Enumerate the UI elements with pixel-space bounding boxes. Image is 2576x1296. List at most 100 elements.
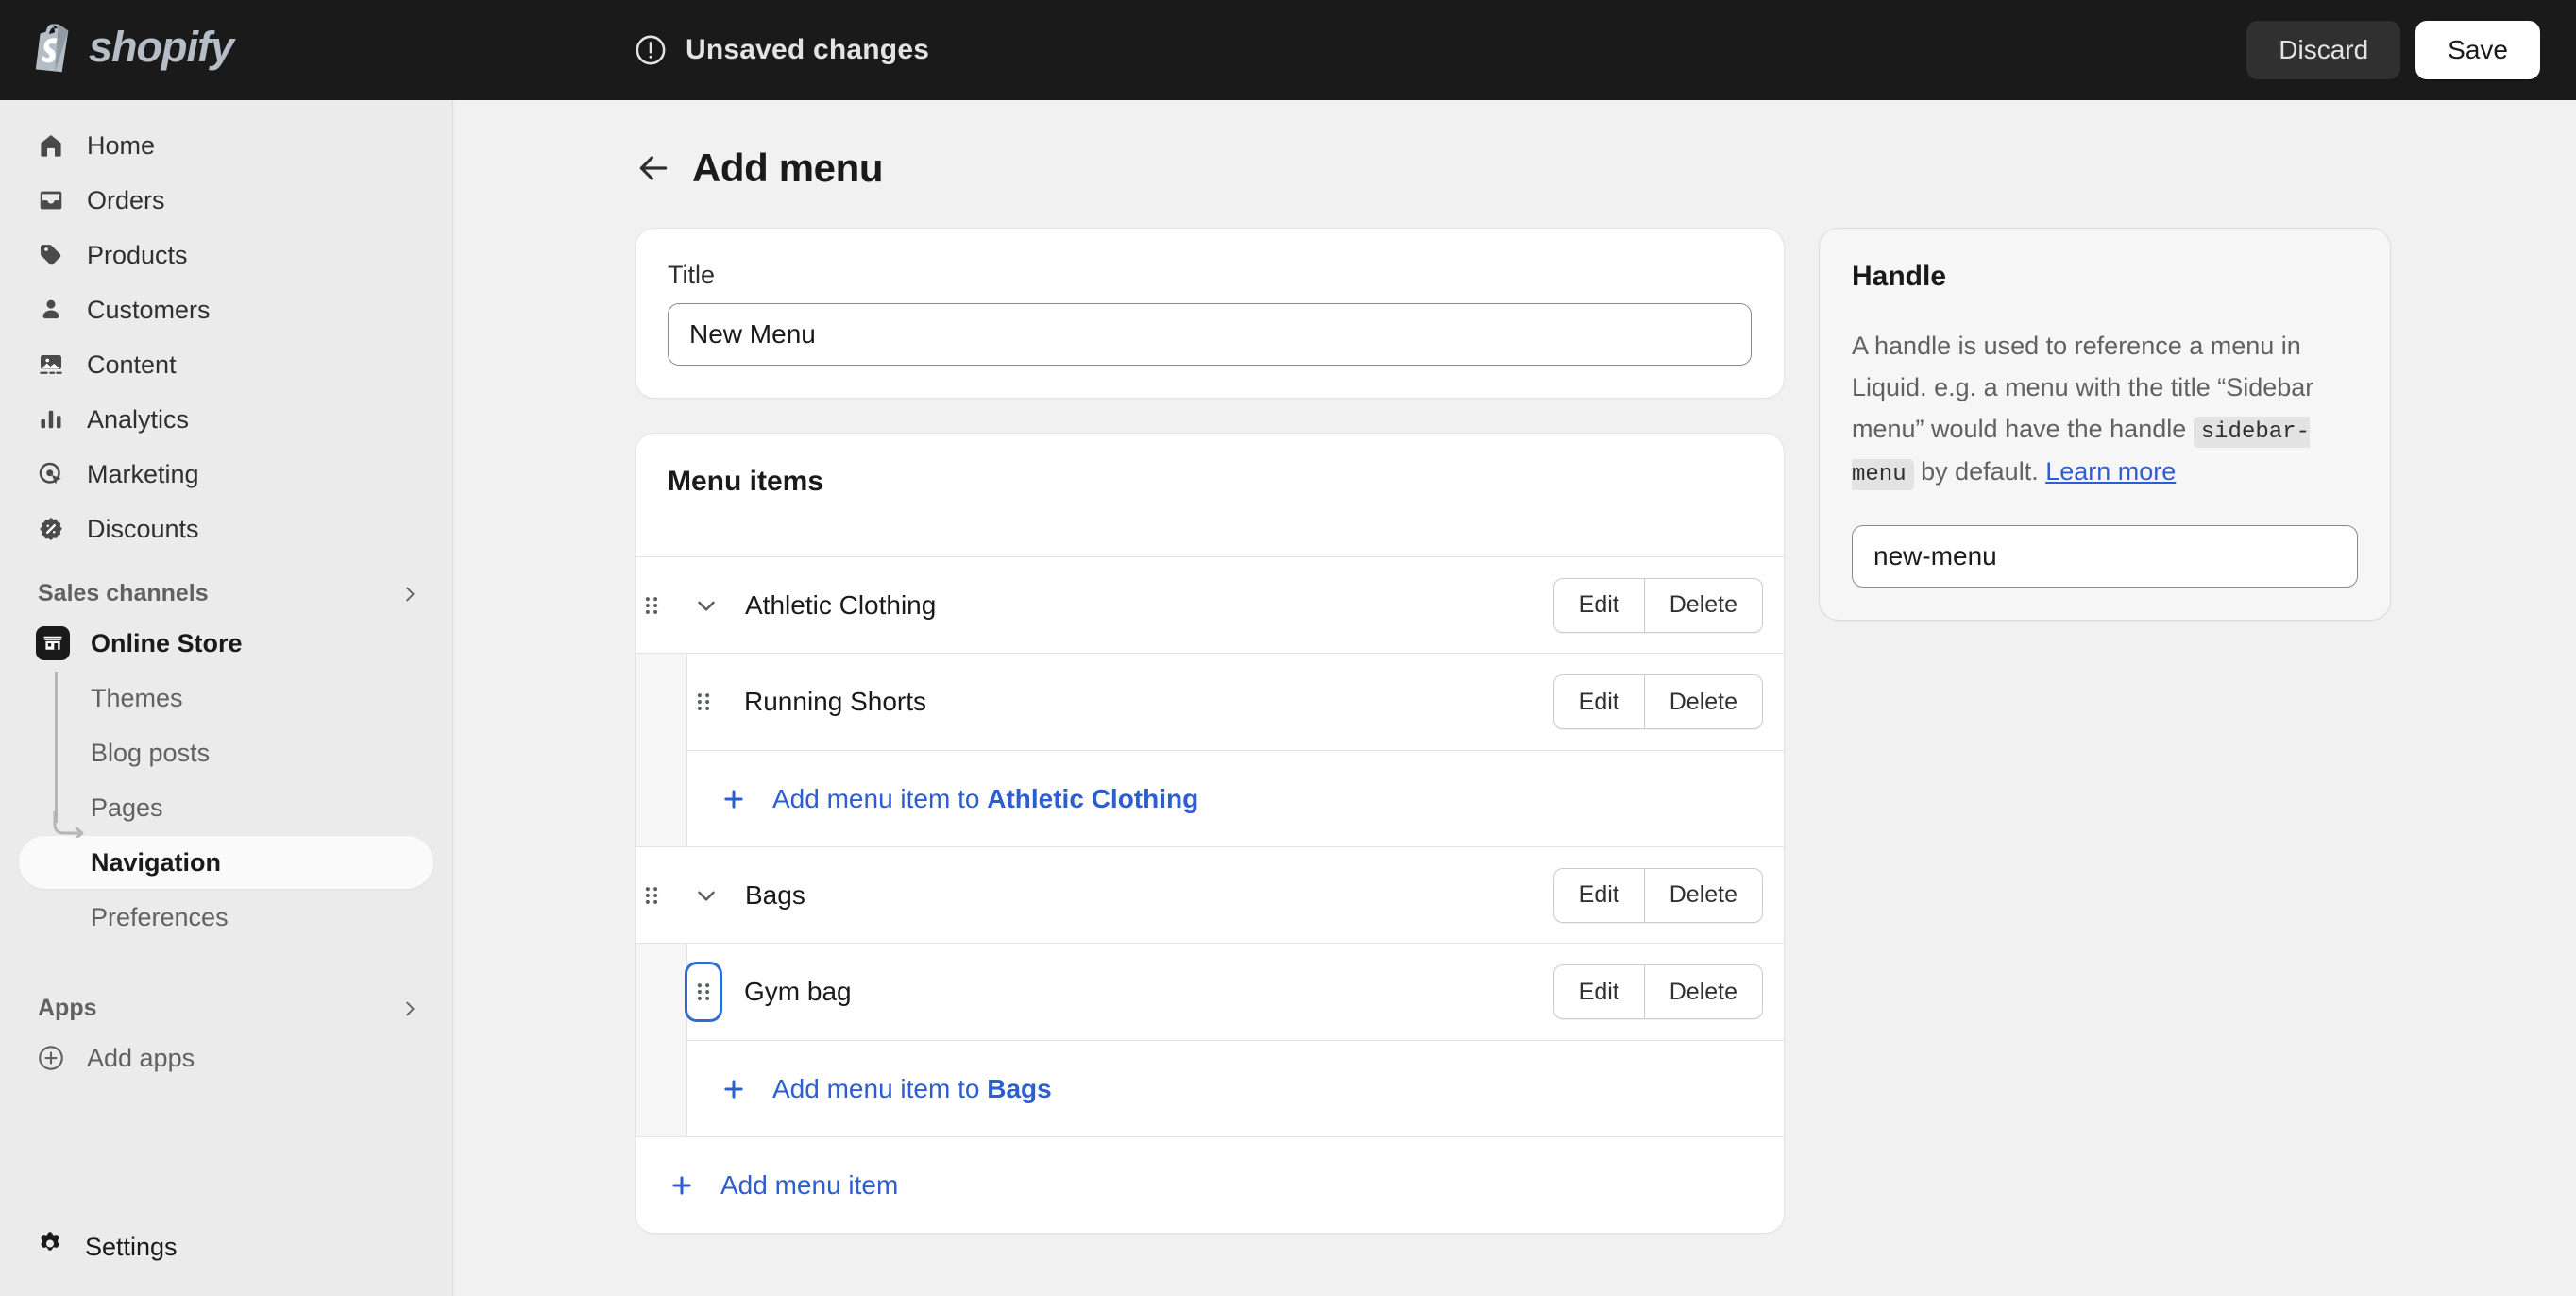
row-actions: Edit Delete — [1553, 674, 1763, 729]
menu-item-row[interactable]: Gym bag Edit Delete — [687, 944, 1784, 1040]
menu-item-label: Athletic Clothing — [745, 590, 936, 621]
plus-icon — [668, 1171, 696, 1200]
sidebar-item-label: Orders — [87, 186, 165, 215]
plus-icon — [720, 785, 748, 813]
sidebar-item-label: Online Store — [91, 629, 243, 658]
sidebar-item-discounts[interactable]: Discounts — [19, 503, 433, 555]
indent-gutter — [636, 654, 687, 846]
sidebar-item-content[interactable]: Content — [19, 338, 433, 391]
person-icon — [36, 295, 66, 325]
sidebar-item-label: Themes — [91, 684, 183, 713]
learn-more-link[interactable]: Learn more — [2045, 457, 2176, 486]
title-field-label: Title — [668, 261, 1752, 290]
sidebar-item-label: Preferences — [91, 903, 229, 932]
chevron-down-icon[interactable] — [692, 591, 720, 620]
shopify-wordmark: shopify — [89, 23, 233, 72]
main-content: Add menu Title /*placeholder bound below… — [454, 100, 2576, 1296]
add-nested-menu-item-link[interactable]: Add menu item to Bags — [687, 1040, 1784, 1136]
sidebar-item-marketing[interactable]: Marketing — [19, 448, 433, 501]
menu-item-label: Bags — [745, 880, 805, 911]
chevron-right-icon[interactable] — [399, 584, 420, 605]
drag-handle-icon[interactable] — [687, 964, 720, 1019]
sidebar: Home Orders Products Customers Content A… — [0, 100, 453, 1296]
chevron-down-icon[interactable] — [692, 881, 720, 910]
chevron-right-icon[interactable] — [399, 998, 420, 1019]
sidebar-item-label: Customers — [87, 296, 211, 325]
indent-gutter — [636, 944, 687, 1136]
sidebar-item-home[interactable]: Home — [19, 119, 433, 172]
sales-channels-section-header[interactable]: Sales channels — [38, 580, 420, 607]
handle-input[interactable] — [1852, 525, 2358, 588]
sidebar-item-preferences[interactable]: Preferences — [19, 891, 433, 944]
top-bar: shopify Unsaved changes Discard Save — [0, 0, 2576, 100]
add-nested-menu-item-link[interactable]: Add menu item to Athletic Clothing — [687, 750, 1784, 846]
page-header: Add menu — [636, 145, 2576, 191]
discard-button[interactable]: Discard — [2246, 21, 2400, 79]
left-column: Title /*placeholder bound below*/ Menu i… — [636, 229, 1784, 1233]
drag-handle-icon[interactable] — [636, 589, 668, 622]
sidebar-item-products[interactable]: Products — [19, 229, 433, 281]
nested-group: Running Shorts Edit Delete Add menu — [636, 653, 1784, 846]
menu-item-row[interactable]: Running Shorts Edit Delete — [687, 654, 1784, 750]
bar-chart-icon — [36, 404, 66, 435]
menu-item-row[interactable]: Athletic Clothing Edit Delete — [636, 556, 1784, 653]
sidebar-item-label: Analytics — [87, 405, 189, 435]
menu-item-label: Gym bag — [744, 977, 852, 1007]
add-menu-item-link[interactable]: Add menu item — [636, 1136, 1784, 1233]
content-columns: Title /*placeholder bound below*/ Menu i… — [636, 229, 2576, 1233]
sidebar-item-online-store[interactable]: Online Store — [19, 617, 433, 670]
nested-group: Gym bag Edit Delete Add menu item to — [636, 943, 1784, 1136]
sidebar-item-label: Add apps — [87, 1044, 195, 1073]
top-bar-actions: Discard Save — [2246, 0, 2540, 100]
save-button[interactable]: Save — [2415, 21, 2540, 79]
drag-handle-icon[interactable] — [636, 879, 668, 912]
unsaved-changes-label: Unsaved changes — [686, 34, 929, 66]
sidebar-item-label: Discounts — [87, 515, 199, 544]
product-tag-icon — [36, 240, 66, 270]
edit-button[interactable]: Edit — [1553, 674, 1644, 729]
handle-title: Handle — [1852, 261, 2358, 293]
title-card: Title /*placeholder bound below*/ — [636, 229, 1784, 398]
sidebar-item-themes[interactable]: Themes — [19, 672, 433, 725]
menu-item-row[interactable]: Bags Edit Delete — [636, 846, 1784, 943]
online-store-subnav: Themes Blog posts Pages Navigation Prefe… — [0, 672, 452, 944]
plus-icon — [720, 1075, 748, 1103]
delete-button[interactable]: Delete — [1644, 868, 1763, 923]
sidebar-item-customers[interactable]: Customers — [19, 283, 433, 336]
delete-button[interactable]: Delete — [1644, 674, 1763, 729]
delete-button[interactable]: Delete — [1644, 578, 1763, 633]
sidebar-item-label: Blog posts — [91, 739, 210, 768]
sidebar-item-label: Navigation — [91, 848, 221, 878]
title-input[interactable] — [668, 303, 1752, 366]
menu-items-header: Menu items — [636, 434, 1784, 556]
edit-button[interactable]: Edit — [1553, 868, 1644, 923]
discount-badge-icon — [36, 514, 66, 544]
edit-button[interactable]: Edit — [1553, 964, 1644, 1019]
add-nested-menu-item-text: Add menu item to Bags — [772, 1074, 1052, 1104]
storefront-icon — [36, 626, 70, 660]
sidebar-item-label: Marketing — [87, 460, 199, 489]
sidebar-item-navigation[interactable]: Navigation — [19, 836, 433, 889]
add-nested-menu-item-text: Add menu item to Athletic Clothing — [772, 784, 1198, 814]
row-actions: Edit Delete — [1553, 868, 1763, 923]
sidebar-item-analytics[interactable]: Analytics — [19, 393, 433, 446]
home-icon — [36, 130, 66, 161]
menu-item-label: Running Shorts — [744, 687, 926, 717]
sidebar-item-orders[interactable]: Orders — [19, 174, 433, 227]
tree-connector-line — [55, 672, 58, 823]
apps-section-header[interactable]: Apps — [38, 995, 420, 1022]
edit-button[interactable]: Edit — [1553, 578, 1644, 633]
sidebar-item-blog-posts[interactable]: Blog posts — [19, 726, 433, 779]
plus-circle-icon — [36, 1043, 66, 1073]
sidebar-item-label: Content — [87, 350, 177, 380]
menu-items-title: Menu items — [668, 466, 1752, 498]
drag-handle-icon[interactable] — [687, 686, 720, 718]
sidebar-item-add-apps[interactable]: Add apps — [19, 1032, 433, 1084]
unsaved-changes-indicator: Unsaved changes — [635, 0, 929, 100]
delete-button[interactable]: Delete — [1644, 964, 1763, 1019]
sales-channels-label: Sales channels — [38, 580, 209, 607]
sidebar-item-settings[interactable]: Settings — [19, 1220, 433, 1273]
arrow-left-icon[interactable] — [636, 150, 671, 186]
page-title: Add menu — [692, 145, 883, 191]
shopify-logo[interactable]: shopify — [32, 21, 233, 74]
